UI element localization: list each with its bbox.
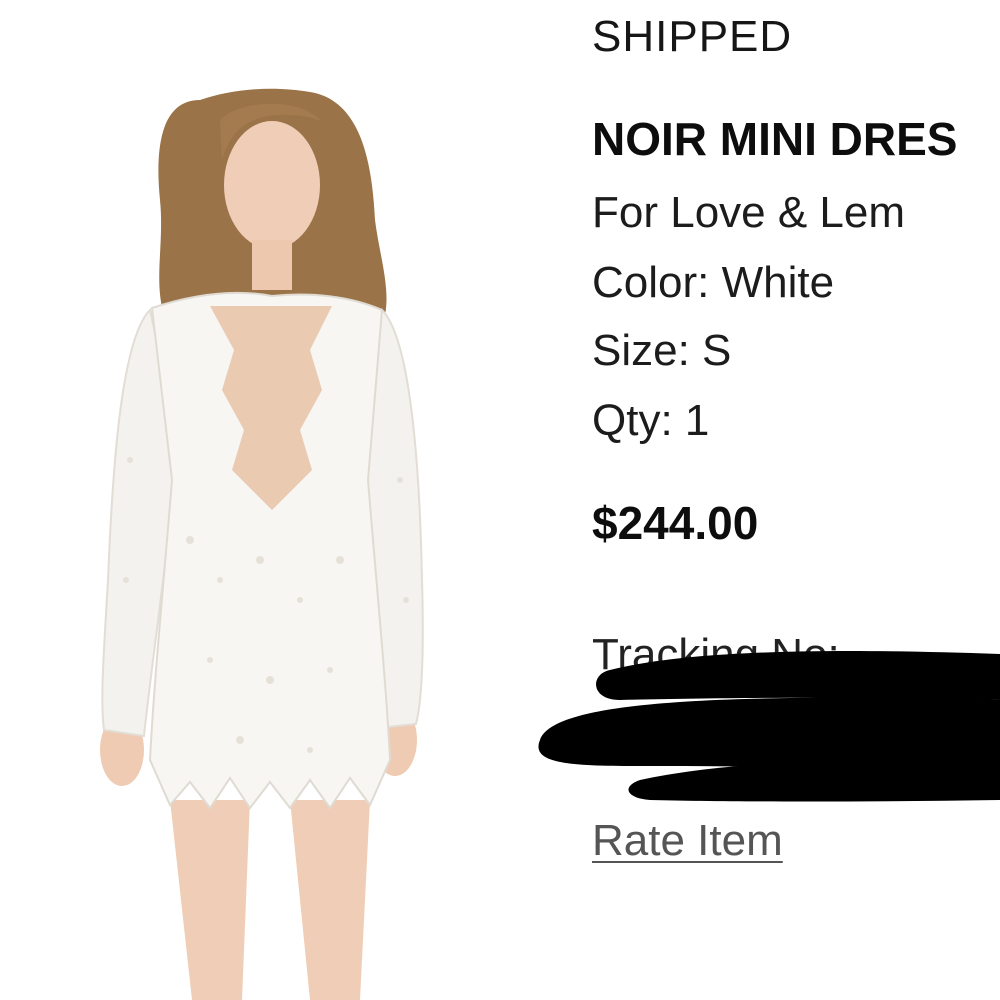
face-shape — [224, 121, 320, 249]
product-size: Size: S — [592, 326, 732, 375]
neck-shape — [252, 240, 292, 290]
redaction-scribble — [538, 651, 1000, 802]
legs-shape — [170, 800, 370, 1000]
product-price: $244.00 — [592, 497, 759, 549]
rate-item-link[interactable]: Rate Item — [592, 816, 783, 866]
product-quantity: Qty: 1 — [592, 396, 710, 445]
order-item-screenshot: SHIPPED NOIR MINI DRES For Love & Lem Co… — [0, 0, 1000, 1000]
shipping-status: SHIPPED — [592, 12, 793, 61]
product-color: Color: White — [592, 258, 835, 307]
product-brand: For Love & Lem — [592, 188, 906, 237]
product-image[interactable] — [60, 60, 480, 1000]
order-details: SHIPPED NOIR MINI DRES For Love & Lem Co… — [592, 0, 1000, 1000]
product-name[interactable]: NOIR MINI DRES — [592, 112, 957, 166]
